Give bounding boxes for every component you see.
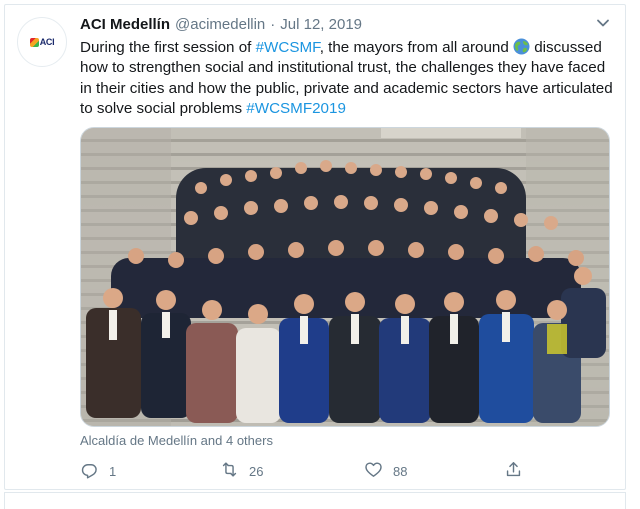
display-name[interactable]: ACI Medellín — [80, 16, 170, 33]
reply-button[interactable]: 1 — [80, 460, 116, 482]
heart-icon — [364, 460, 383, 482]
separator-dot: · — [270, 16, 276, 33]
next-tweet-card — [4, 492, 626, 509]
aci-logo-mark — [29, 37, 39, 47]
tagged-users-link[interactable]: Alcaldía de Medellín and 4 others — [80, 433, 273, 448]
chevron-down-icon[interactable] — [596, 16, 610, 30]
like-button[interactable]: 88 — [364, 460, 407, 482]
aci-logo-text: ACI — [39, 37, 55, 47]
user-handle[interactable]: @acimedellin — [175, 16, 265, 33]
tweet-photo[interactable] — [80, 127, 610, 427]
hashtag-link[interactable]: #WCSMF — [256, 39, 320, 56]
reply-icon — [80, 460, 99, 482]
tweet-text: During the first session of #WCSMF, the … — [80, 38, 616, 120]
tweet-date[interactable]: Jul 12, 2019 — [280, 16, 362, 33]
group-photo-image — [81, 128, 609, 426]
tweet-text-part: During the first session of — [80, 39, 256, 56]
hashtag-link[interactable]: #WCSMF2019 — [246, 100, 346, 117]
retweet-count: 26 — [249, 463, 264, 479]
aci-logo: ACI — [29, 37, 55, 47]
tweet-header: ACI Medellín @acimedellin · Jul 12, 2019 — [80, 16, 362, 36]
globe-emoji-icon — [513, 38, 530, 55]
like-count: 88 — [393, 463, 408, 479]
tweet-text-part: , the mayors from all around — [319, 39, 514, 56]
avatar[interactable]: ACI — [17, 17, 67, 67]
share-icon — [504, 460, 523, 482]
reply-count: 1 — [109, 463, 117, 479]
retweet-icon — [220, 460, 239, 482]
share-button[interactable] — [504, 460, 523, 482]
retweet-button[interactable]: 26 — [220, 460, 263, 482]
tweet-actions: 1 26 88 — [80, 460, 530, 482]
